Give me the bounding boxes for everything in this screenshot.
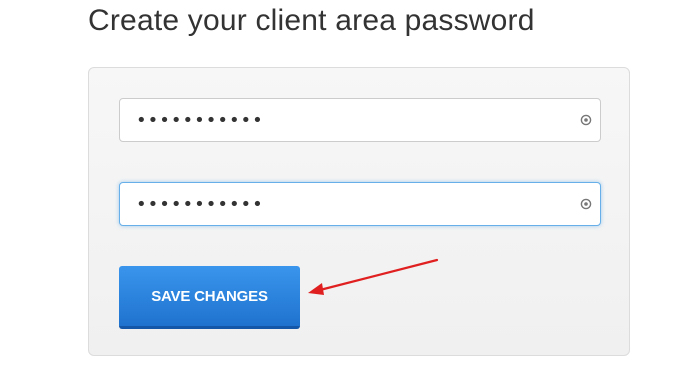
password-input[interactable] — [120, 99, 600, 141]
save-changes-button[interactable]: SAVE CHANGES — [119, 266, 300, 329]
eye-reveal-icon[interactable] — [580, 114, 592, 126]
password-field-container — [119, 98, 601, 142]
eye-reveal-icon[interactable] — [580, 198, 592, 210]
confirm-password-input[interactable] — [120, 183, 600, 225]
confirm-password-field-container — [119, 182, 601, 226]
page-title: Create your client area password — [88, 4, 535, 37]
annotation-arrow-icon — [308, 258, 439, 295]
password-form-panel: SAVE CHANGES — [88, 67, 630, 356]
